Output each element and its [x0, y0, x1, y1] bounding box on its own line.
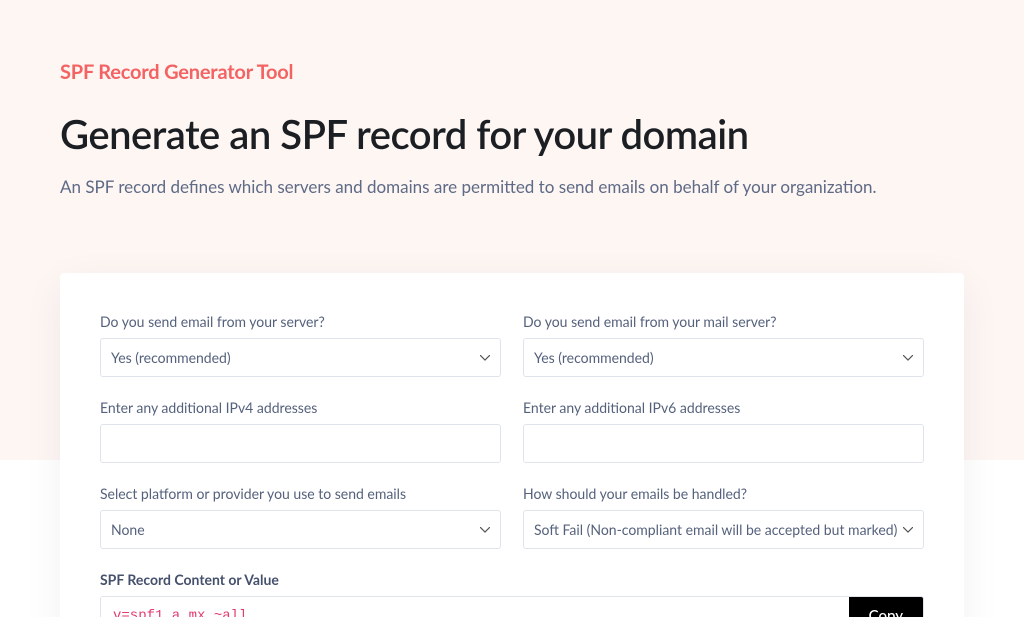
input-ipv6[interactable]	[523, 424, 924, 463]
field-handling: How should your emails be handled? Soft …	[523, 485, 924, 549]
page-container: SPF Record Generator Tool Generate an SP…	[0, 0, 1024, 617]
select-platform[interactable]: None	[100, 510, 501, 549]
select-mailserver[interactable]: Yes (recommended)	[523, 338, 924, 377]
copy-button[interactable]: Copy	[849, 597, 923, 617]
label-handling: How should your emails be handled?	[523, 485, 924, 502]
field-output: SPF Record Content or Value v=spf1 a mx …	[100, 571, 924, 617]
field-server: Do you send email from your server? Yes …	[100, 313, 501, 377]
output-value[interactable]: v=spf1 a mx ~all	[101, 597, 849, 617]
select-handling[interactable]: Soft Fail (Non-compliant email will be a…	[523, 510, 924, 549]
page-title: Generate an SPF record for your domain	[60, 110, 964, 158]
page-subtitle: An SPF record defines which servers and …	[60, 176, 964, 197]
eyebrow: SPF Record Generator Tool	[60, 60, 964, 84]
field-ipv6: Enter any additional IPv6 addresses	[523, 399, 924, 463]
label-server: Do you send email from your server?	[100, 313, 501, 330]
output-bar: v=spf1 a mx ~all Copy	[100, 596, 924, 617]
input-ipv4[interactable]	[100, 424, 501, 463]
label-platform: Select platform or provider you use to s…	[100, 485, 501, 502]
label-mailserver: Do you send email from your mail server?	[523, 313, 924, 330]
form-card: Do you send email from your server? Yes …	[60, 273, 964, 617]
field-mailserver: Do you send email from your mail server?…	[523, 313, 924, 377]
label-ipv4: Enter any additional IPv4 addresses	[100, 399, 501, 416]
label-ipv6: Enter any additional IPv6 addresses	[523, 399, 924, 416]
label-output: SPF Record Content or Value	[100, 571, 924, 588]
field-platform: Select platform or provider you use to s…	[100, 485, 501, 549]
select-server[interactable]: Yes (recommended)	[100, 338, 501, 377]
field-ipv4: Enter any additional IPv4 addresses	[100, 399, 501, 463]
